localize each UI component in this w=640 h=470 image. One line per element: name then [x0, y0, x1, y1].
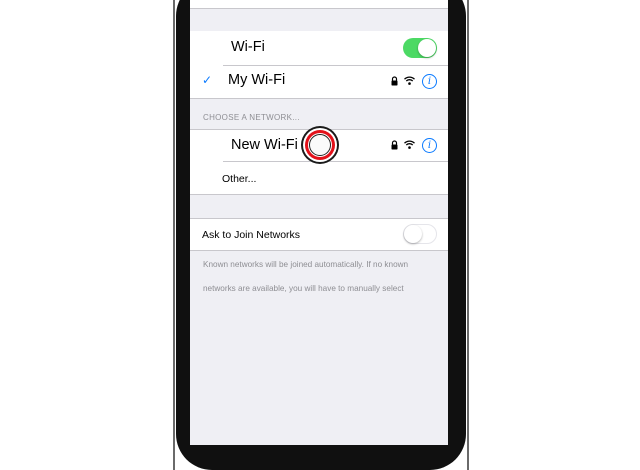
info-icon[interactable]: i	[422, 138, 437, 153]
wifi-settings-screen: Wi-Fi ✓ My Wi-Fi i CHOOSE A NETWORK... N…	[190, 0, 448, 445]
ask-to-join-label: Ask to Join Networks	[202, 229, 301, 241]
other-network-row[interactable]: Other...	[190, 162, 448, 194]
wifi-group: Wi-Fi ✓ My Wi-Fi i	[190, 31, 448, 98]
ask-to-join-footer: Known networks will be joined automatica…	[203, 260, 409, 293]
divider	[190, 194, 448, 195]
wifi-signal-icon	[404, 76, 415, 85]
ask-to-join-toggle[interactable]	[403, 224, 437, 244]
ask-to-join-group: Ask to Join Networks	[190, 219, 448, 250]
info-icon[interactable]: i	[422, 74, 437, 89]
current-network-name: My Wi-Fi	[228, 72, 286, 88]
current-network-row[interactable]: ✓ My Wi-Fi i	[190, 66, 448, 98]
lock-icon	[391, 140, 398, 150]
checkmark-icon: ✓	[202, 73, 213, 87]
lock-icon	[391, 76, 398, 86]
toggle-knob	[404, 225, 422, 243]
divider	[190, 98, 448, 99]
network-name: New Wi-Fi	[231, 137, 298, 153]
nav-bar-edge	[190, 0, 448, 8]
divider	[190, 8, 448, 9]
wifi-signal-icon	[404, 140, 415, 149]
tap-indicator-icon	[301, 126, 339, 164]
choose-network-header: CHOOSE A NETWORK...	[203, 113, 300, 122]
wifi-label: Wi-Fi	[231, 39, 265, 55]
wifi-toggle[interactable]	[403, 38, 437, 58]
wifi-toggle-row: Wi-Fi	[190, 31, 448, 65]
divider	[190, 250, 448, 251]
toggle-knob	[418, 39, 436, 57]
other-label: Other...	[222, 173, 257, 185]
